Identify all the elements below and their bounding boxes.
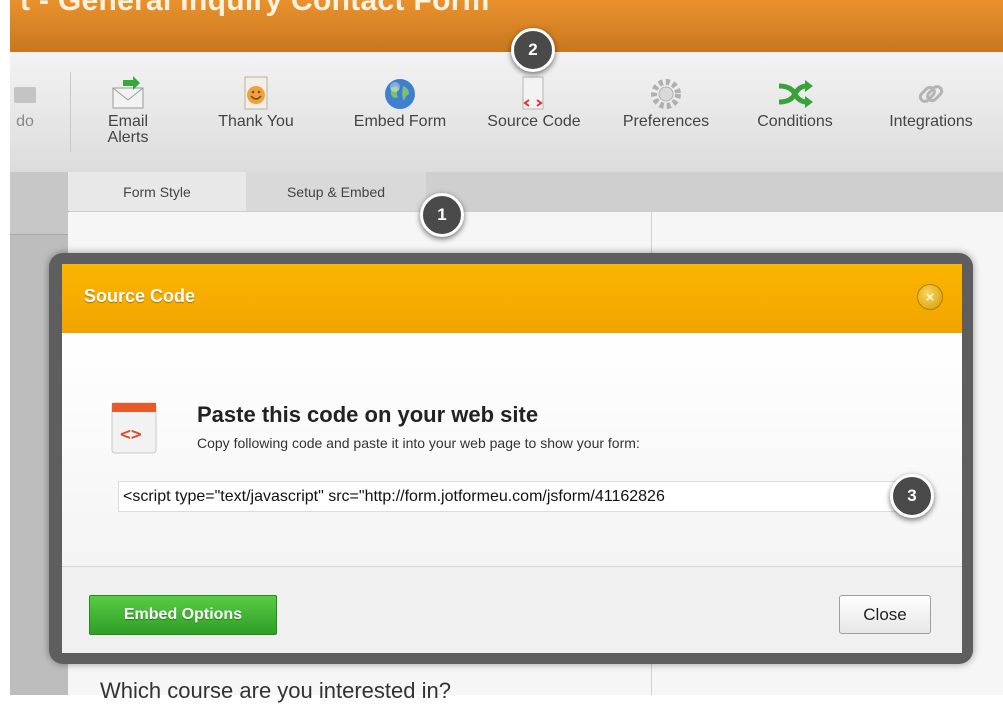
tab-setup-embed[interactable]: Setup & Embed xyxy=(246,172,426,211)
embed-form-button[interactable]: Embed Form xyxy=(340,74,460,130)
dialog-title: Source Code xyxy=(84,286,196,306)
shuffle-arrows-icon xyxy=(737,74,853,114)
preferences-button[interactable]: Preferences xyxy=(607,74,725,130)
dialog-footer: Embed Options Close xyxy=(62,566,962,653)
dialog-heading: Paste this code on your web site xyxy=(197,402,539,427)
conditions-label: Conditions xyxy=(757,113,833,130)
dialog-instructions: Copy following code and paste it into yo… xyxy=(197,435,640,451)
chain-link-icon xyxy=(872,74,990,114)
email-alerts-label-line2: Alerts xyxy=(107,129,149,146)
email-alerts-button[interactable]: Email Alerts xyxy=(93,74,163,146)
svg-text:<>: <> xyxy=(120,424,142,445)
undo-icon xyxy=(0,74,50,114)
embed-form-label: Embed Form xyxy=(353,113,447,130)
source-code-field[interactable]: <script type="text/javascript" src="http… xyxy=(118,481,914,512)
callout-badge-2: 2 xyxy=(511,28,555,72)
callout-badge-1: 1 xyxy=(420,193,464,237)
undo-label: do xyxy=(16,113,34,130)
code-document-icon xyxy=(473,74,595,114)
window-title: t - General Inquiry Contact Form xyxy=(20,0,490,17)
source-code-button[interactable]: Source Code xyxy=(473,74,595,130)
close-button[interactable]: Close xyxy=(839,595,931,634)
source-code-label: Source Code xyxy=(487,113,581,130)
window-title-bar: t - General Inquiry Contact Form xyxy=(10,0,1003,52)
smiley-page-icon xyxy=(206,74,306,114)
embed-options-button[interactable]: Embed Options xyxy=(89,595,277,635)
conditions-button[interactable]: Conditions xyxy=(737,74,853,130)
email-alerts-label: Email xyxy=(107,113,148,130)
undo-button[interactable]: do xyxy=(0,74,50,130)
dialog-header: Source Code × xyxy=(62,264,962,333)
thank-you-button[interactable]: Thank You xyxy=(206,74,306,130)
envelope-icon xyxy=(93,74,163,114)
source-code-dialog: Source Code × <> Paste this code on your… xyxy=(62,264,962,653)
thank-you-label: Thank You xyxy=(218,113,294,130)
preferences-label: Preferences xyxy=(622,113,710,130)
integrations-button[interactable]: Integrations xyxy=(872,74,990,130)
tab-form-style[interactable]: Form Style xyxy=(68,172,247,211)
callout-badge-3: 3 xyxy=(890,474,934,518)
toolbar: do Email Alerts Thank You Embed Form Sou… xyxy=(10,52,1003,173)
close-icon[interactable]: × xyxy=(917,284,943,310)
question-label: Which course are you interested in? xyxy=(100,678,451,703)
toolbar-divider xyxy=(70,72,71,152)
dialog-body: <> Paste this code on your web site Copy… xyxy=(62,333,962,566)
globe-icon xyxy=(340,74,460,114)
integrations-label: Integrations xyxy=(889,113,973,130)
gear-icon xyxy=(607,74,725,114)
code-document-icon: <> xyxy=(106,397,166,464)
